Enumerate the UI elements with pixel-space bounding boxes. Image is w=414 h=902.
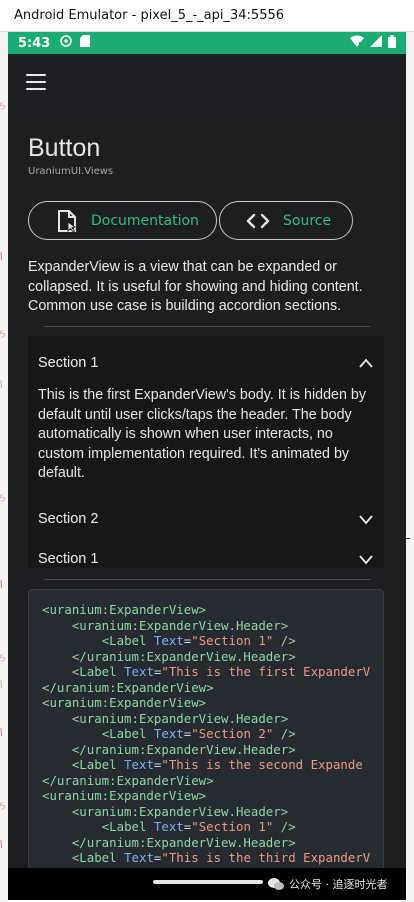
signal-icon — [370, 35, 382, 51]
expander-header-label: Section 1 — [38, 355, 99, 371]
documentation-button-label: Documentation — [91, 212, 199, 229]
status-bar: 5:43 — [8, 32, 406, 54]
page-subtitle: UraniumUI.Views — [28, 166, 114, 177]
left-gutter-marks: 5 / 5 / 5 / 5 / / 5 / — [0, 0, 8, 902]
page-content: Button UraniumUI.Views Documentation Sou… — [8, 110, 406, 890]
divider — [44, 579, 370, 580]
device-screen: 5:43 Button UraniumUI.Views Documentatio… — [8, 32, 406, 900]
expander-header-label: Section 1 — [38, 551, 99, 567]
code-line: <Label Text="This is the third ExpanderV — [71, 850, 371, 865]
gutter-mark: / — [0, 727, 5, 739]
watermark-text: 公众号 · 追逐时光者 — [289, 878, 388, 891]
chevron-up-icon — [358, 356, 374, 370]
expander-view: Section 1 This is the first ExpanderView… — [28, 336, 384, 568]
gutter-mark: 5 — [0, 653, 8, 665]
app-bar — [8, 54, 406, 110]
code-line: </uranium:ExpanderView.Header> — [71, 834, 296, 850]
notification-app-icon — [60, 35, 73, 51]
gutter-mark: / — [0, 251, 5, 263]
code-line: </uranium:ExpanderView> — [42, 772, 214, 788]
code-sample: <uranium:ExpanderView> <uranium:Expander… — [28, 589, 384, 890]
gutter-mark: / — [0, 579, 5, 591]
code-line: <Label Text="Section 1" /> — [101, 633, 296, 648]
status-time: 5:43 — [18, 35, 51, 51]
sd-card-icon — [80, 35, 91, 51]
home-gesture-handle[interactable] — [153, 880, 263, 884]
code-block: <uranium:ExpanderView> <uranium:Expander… — [42, 602, 370, 866]
document-icon — [55, 209, 79, 233]
code-line: <uranium:ExpanderView> — [42, 602, 207, 617]
expander-body-section-1: This is the first ExpanderView's body. I… — [38, 387, 367, 481]
divider — [44, 326, 370, 327]
code-line: <Label Text="Section 1" /> — [101, 819, 296, 834]
watermark: 公众号 · 追逐时光者 — [268, 876, 388, 892]
code-line: <uranium:ExpanderView.Header> — [71, 710, 289, 726]
expander-header-section-2[interactable]: Section 2 — [28, 500, 384, 538]
code-line: <Label Text="This is the second Expande — [71, 757, 363, 772]
page-title: Button — [28, 134, 101, 162]
code-line: <uranium:ExpanderView> — [42, 788, 207, 803]
gutter-mark: 5 — [0, 329, 8, 341]
emulator-window-title: Android Emulator - pixel_5_-_api_34:5556 — [0, 0, 414, 32]
code-line: <Label Text="Section 2" /> — [101, 726, 296, 741]
gutter-mark: / — [0, 839, 5, 851]
window-right-gutter — [406, 32, 414, 902]
code-line: </uranium:ExpanderView.Header> — [71, 741, 296, 757]
gutter-mark: 5 — [0, 101, 8, 113]
expander-header-section-3[interactable]: Section 1 — [28, 540, 384, 578]
expander-header-label: Section 2 — [38, 511, 99, 527]
chevron-down-icon — [358, 552, 374, 566]
code-line: <uranium:ExpanderView.Header> — [71, 803, 289, 819]
window-edge-tick — [406, 538, 410, 539]
source-button-label: Source — [283, 212, 332, 229]
hamburger-icon[interactable] — [26, 74, 46, 90]
code-line: </uranium:ExpanderView> — [42, 679, 214, 695]
page-description: ExpanderView is a view that can be expan… — [28, 259, 363, 314]
wifi-icon — [350, 35, 364, 51]
code-line: <uranium:ExpanderView> — [42, 695, 207, 710]
battery-icon — [388, 34, 396, 52]
expander-header-section-1[interactable]: Section 1 — [28, 344, 384, 382]
documentation-button[interactable]: Documentation — [28, 201, 217, 240]
gutter-mark: / — [0, 679, 5, 691]
code-icon — [245, 209, 271, 233]
gutter-mark: 5 — [0, 493, 8, 505]
gutter-mark: 5 — [0, 801, 8, 813]
source-button[interactable]: Source — [219, 201, 353, 240]
gutter-mark: / — [0, 379, 5, 391]
code-line: <Label Text="This is the first ExpanderV — [71, 664, 371, 679]
wechat-icon — [268, 877, 284, 891]
code-line: <uranium:ExpanderView.Header> — [71, 617, 289, 633]
chevron-down-icon — [358, 512, 374, 526]
code-line: </uranium:ExpanderView.Header> — [71, 648, 296, 664]
